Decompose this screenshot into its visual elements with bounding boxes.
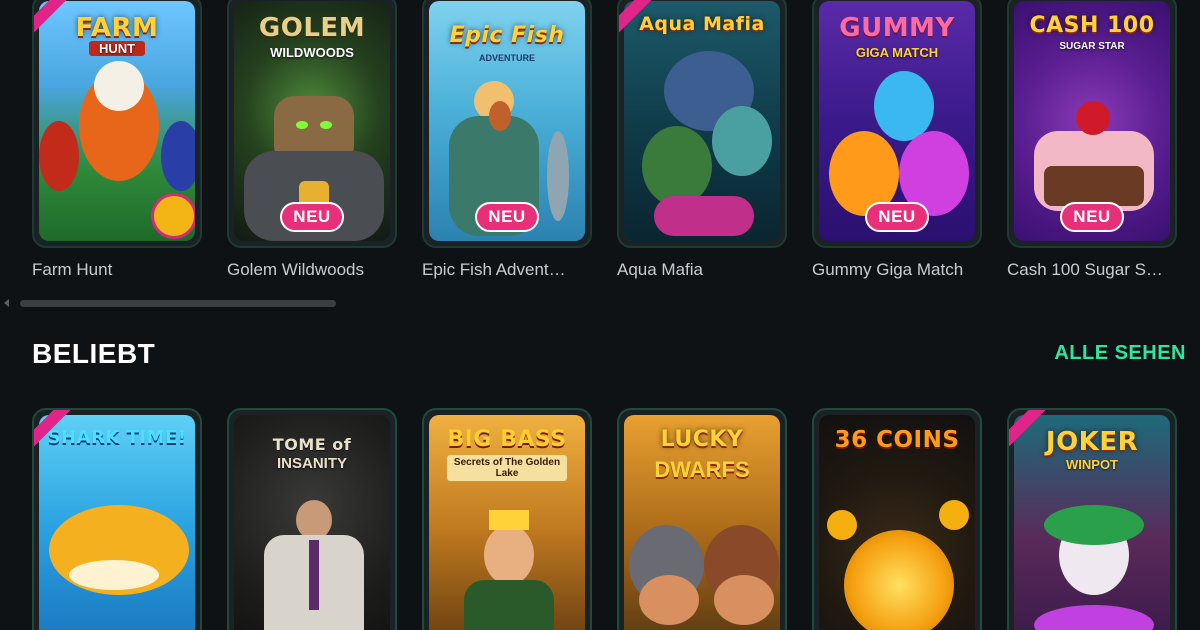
art-title: GUMMY <box>839 13 955 43</box>
game-art-lucky-dwarfs: LUCKY DWARFS <box>624 415 780 630</box>
game-name[interactable]: Cash 100 Sugar S… <box>1007 260 1197 280</box>
new-games-carousel: FARM HUNT Farm Hunt GOLEM WILDWOODS NEU … <box>32 0 1177 280</box>
game-tile[interactable]: CASH 100 SUGAR STAR NEU <box>1007 0 1177 248</box>
new-badge: NEU <box>865 202 929 232</box>
game-card-shark-time[interactable]: SHARK TIME! <box>32 408 202 630</box>
game-art-36-coins: 36 COINS <box>819 415 975 630</box>
game-card-lucky-dwarfs[interactable]: LUCKY DWARFS <box>617 408 787 630</box>
game-name[interactable]: Gummy Giga Match <box>812 260 1002 280</box>
popular-games-carousel: SHARK TIME! TOME of INSANITY BIG BASS Se… <box>32 408 1177 630</box>
game-card-tome-of-insanity[interactable]: TOME of INSANITY <box>227 408 397 630</box>
game-card-golem-wildwoods[interactable]: GOLEM WILDWOODS NEU Golem Wildwoods <box>227 0 397 280</box>
game-card-farm-hunt[interactable]: FARM HUNT Farm Hunt <box>32 0 202 280</box>
art-subtitle: DWARFS <box>654 457 750 482</box>
game-tile[interactable]: LUCKY DWARFS <box>617 408 787 630</box>
art-subtitle: Secrets of The Golden Lake <box>447 455 567 481</box>
carousel-scrollbar[interactable] <box>0 296 1200 310</box>
game-name[interactable]: Golem Wildwoods <box>227 260 417 280</box>
art-title: 36 COINS <box>834 427 960 453</box>
game-art-big-bass: BIG BASS Secrets of The Golden Lake <box>429 415 585 630</box>
game-card-big-bass-golden-lake[interactable]: BIG BASS Secrets of The Golden Lake <box>422 408 592 630</box>
game-art-joker-winpot: JOKER WINPOT <box>1014 415 1170 630</box>
new-badge: NEU <box>1060 202 1124 232</box>
scrollbar-thumb[interactable] <box>20 300 336 307</box>
art-subtitle: WILDWOODS <box>270 45 354 60</box>
art-title: JOKER <box>1045 427 1139 457</box>
game-tile[interactable]: TOME of INSANITY <box>227 408 397 630</box>
game-tile[interactable]: SHARK TIME! <box>32 408 202 630</box>
game-card-aqua-mafia[interactable]: Aqua Mafia Aqua Mafia <box>617 0 787 280</box>
game-tile[interactable]: Epic Fish ADVENTURE NEU <box>422 0 592 248</box>
art-title: CASH 100 <box>1029 13 1155 38</box>
game-art-farm-hunt: FARM HUNT <box>39 1 195 241</box>
art-title: GOLEM <box>258 13 366 43</box>
game-tile[interactable]: 36 COINS <box>812 408 982 630</box>
art-title: Epic Fish <box>449 23 565 48</box>
art-title: Aqua Mafia <box>639 13 765 35</box>
art-title: SHARK TIME! <box>47 427 187 448</box>
section-title: BELIEBT <box>32 338 156 369</box>
art-subtitle: HUNT <box>89 41 145 56</box>
art-title: FARM <box>75 13 159 43</box>
casino-lobby-page: FARM HUNT Farm Hunt GOLEM WILDWOODS NEU … <box>0 0 1200 630</box>
scroll-left-arrow-icon[interactable] <box>4 299 9 307</box>
art-subtitle: ADVENTURE <box>478 53 535 63</box>
game-card-cash-100-sugar-star[interactable]: CASH 100 SUGAR STAR NEU Cash 100 Sugar S… <box>1007 0 1177 280</box>
game-tile[interactable]: GUMMY GIGA MATCH NEU <box>812 0 982 248</box>
game-art-aqua-mafia: Aqua Mafia <box>624 1 780 241</box>
new-badge: NEU <box>475 202 539 232</box>
art-title: TOME of <box>272 435 352 454</box>
art-subtitle: INSANITY <box>276 455 347 472</box>
game-card-gummy-giga-match[interactable]: GUMMY GIGA MATCH NEU Gummy Giga Match <box>812 0 982 280</box>
game-tile[interactable]: JOKER WINPOT <box>1007 408 1177 630</box>
new-badge: NEU <box>280 202 344 232</box>
game-tile[interactable]: FARM HUNT <box>32 0 202 248</box>
art-title: BIG BASS <box>447 427 567 452</box>
game-art-tome-of-insanity: TOME of INSANITY <box>234 415 390 630</box>
art-subtitle: GIGA MATCH <box>855 45 939 60</box>
see-all-link[interactable]: ALLE SEHEN <box>1054 342 1186 365</box>
game-card-36-coins[interactable]: 36 COINS <box>812 408 982 630</box>
game-tile[interactable]: BIG BASS Secrets of The Golden Lake <box>422 408 592 630</box>
art-subtitle: SUGAR STAR <box>1059 41 1125 52</box>
game-name[interactable]: Farm Hunt <box>32 260 222 280</box>
game-tile[interactable]: GOLEM WILDWOODS NEU <box>227 0 397 248</box>
art-title: LUCKY <box>660 427 744 452</box>
game-tile[interactable]: Aqua Mafia <box>617 0 787 248</box>
art-subtitle: WINPOT <box>1066 457 1118 472</box>
game-name[interactable]: Epic Fish Advent… <box>422 260 612 280</box>
game-name[interactable]: Aqua Mafia <box>617 260 807 280</box>
game-card-epic-fish-adventure[interactable]: Epic Fish ADVENTURE NEU Epic Fish Advent… <box>422 0 592 280</box>
game-card-joker-winpot[interactable]: JOKER WINPOT <box>1007 408 1177 630</box>
game-art-shark-time: SHARK TIME! <box>39 415 195 630</box>
